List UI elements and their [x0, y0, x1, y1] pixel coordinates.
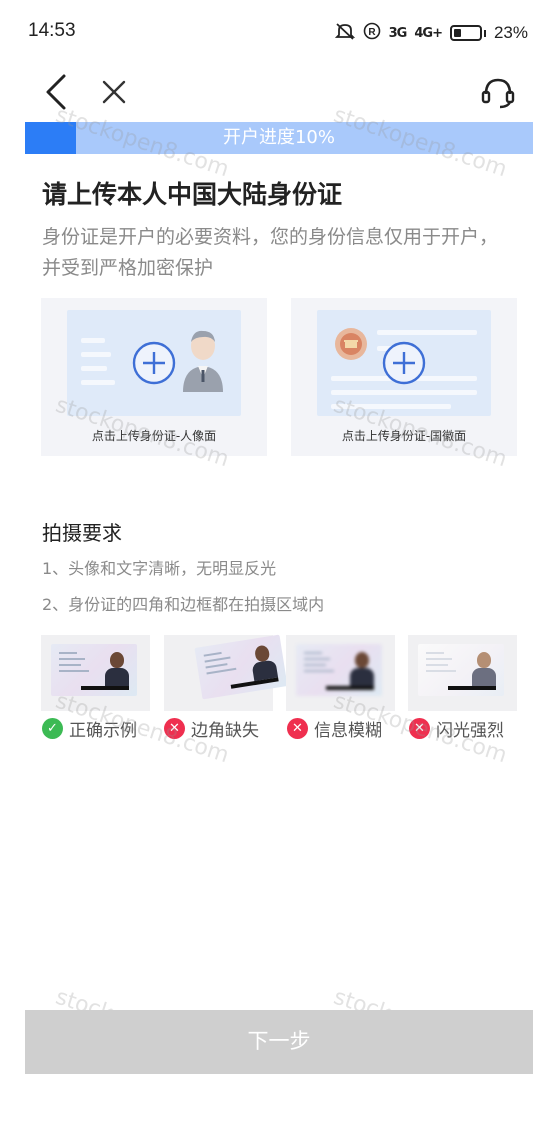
mute-icon [334, 22, 355, 44]
check-circle-icon: ✓ [42, 718, 63, 739]
svg-text:R: R [368, 27, 376, 38]
national-emblem-icon [335, 328, 367, 360]
example-label-blurry: ✕ 信息模糊 [287, 716, 382, 741]
chevron-left-icon[interactable] [40, 70, 76, 114]
status-bar: 14:53 R 3G 4G+ 23% [0, 0, 556, 66]
progress-label: 开户进度10% [222, 127, 335, 148]
requirements-title: 拍摄要求 [42, 521, 122, 545]
requirement-item: 1、头像和文字清晰，无明显反光 [42, 559, 277, 578]
card-line [331, 404, 451, 409]
example-glare-image [408, 635, 517, 711]
battery-icon [449, 25, 482, 41]
x-circle-icon: ✕ [409, 718, 430, 739]
status-time: 14:53 [28, 20, 76, 41]
x-circle-icon: ✕ [287, 718, 308, 739]
upload-back-caption: 点击上传身份证-国徽面 [341, 429, 467, 443]
battery-tip [483, 29, 486, 37]
example-correct-image [41, 635, 150, 711]
example-label-text: 信息模糊 [314, 721, 382, 741]
requirement-item: 2、身份证的四角和边框都在拍摄区域内 [42, 595, 325, 614]
card-line [81, 352, 111, 357]
registered-icon: R [363, 22, 381, 44]
card-line [81, 380, 115, 385]
example-label-correct: ✓ 正确示例 [42, 716, 137, 741]
battery-level: 23% [493, 23, 528, 42]
example-missing-corner-image [164, 634, 288, 711]
plus-circle-icon [132, 341, 176, 385]
upload-front-caption: 点击上传身份证-人像面 [91, 429, 217, 443]
upload-back-card[interactable]: 点击上传身份证-国徽面 [291, 298, 517, 456]
id-back-illustration [317, 310, 491, 416]
example-label-text: 边角缺失 [191, 721, 259, 741]
example-label-missing-corner: ✕ 边角缺失 [164, 716, 259, 741]
signal-4g: 4G+ [414, 25, 443, 41]
example-blurry-image [286, 635, 395, 711]
page-subtitle: 身份证是开户的必要资料，您的身份信息仅用于开户，并受到严格加密保护 [42, 226, 499, 279]
next-button[interactable]: 下一步 [25, 1010, 533, 1074]
plus-circle-icon [382, 341, 426, 385]
close-icon[interactable] [98, 74, 130, 110]
card-line [377, 330, 477, 335]
example-label-text: 闪光强烈 [436, 721, 504, 741]
status-icons: R 3G 4G+ 23% [334, 22, 528, 44]
id-front-illustration [67, 310, 241, 416]
headset-icon[interactable] [478, 72, 518, 112]
upload-front-card[interactable]: 点击上传身份证-人像面 [41, 298, 267, 456]
card-line [331, 390, 477, 395]
person-avatar-icon [183, 330, 223, 392]
example-label-text: 正确示例 [69, 721, 137, 741]
nav-bar [0, 66, 556, 122]
card-line [81, 366, 107, 371]
signal-3g: 3G [388, 25, 408, 41]
x-circle-icon: ✕ [164, 718, 185, 739]
example-label-glare: ✕ 闪光强烈 [409, 716, 504, 741]
card-line [81, 338, 105, 343]
page-title: 请上传本人中国大陆身份证 [42, 180, 343, 209]
progress-bar: 开户进度10% [25, 122, 533, 154]
